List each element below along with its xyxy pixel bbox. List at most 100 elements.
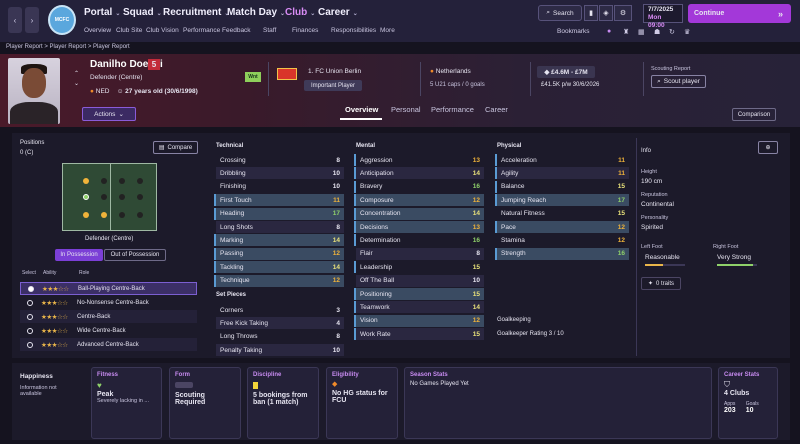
role-row[interactable]: ★★★☆☆ No-Nonsense Centre-Back xyxy=(20,296,197,309)
subnav-performance-feedback[interactable]: Performance Feedback xyxy=(183,27,251,34)
role-row[interactable]: ★★★☆☆ Advanced Centre-Back xyxy=(20,338,197,351)
nation-name[interactable]: ● Netherlands xyxy=(430,68,471,75)
people-icon[interactable]: ☗ xyxy=(654,28,660,36)
club-crest-logo[interactable]: MCFC xyxy=(48,5,76,35)
notifications-icon[interactable]: ● xyxy=(607,28,611,35)
nav-recruitment[interactable]: Recruitment ⌄ xyxy=(163,7,229,18)
attribute-row[interactable]: Positioning 15 xyxy=(356,288,484,300)
attribute-row[interactable]: Balance 15 xyxy=(497,181,629,193)
nav-club[interactable]: Club ⌄ xyxy=(285,7,315,18)
subnav-finances[interactable]: Finances xyxy=(292,27,318,34)
player-position: Defender (Centre) xyxy=(90,74,143,81)
attribute-row[interactable]: Long Shots 8 xyxy=(216,221,344,233)
tab-overview[interactable]: Overview xyxy=(345,105,378,114)
attribute-row[interactable]: Concentration 14 xyxy=(356,207,484,220)
nav-match-day[interactable]: Match Day ⌄ xyxy=(227,7,285,18)
chevron-up-icon[interactable]: ⌃ xyxy=(74,70,79,77)
attribute-row[interactable]: Dribbling 10 xyxy=(216,167,344,180)
scout-player-button[interactable]: ⌕ Scout player xyxy=(651,75,706,88)
attribute-row[interactable]: Passing 12 xyxy=(216,247,344,260)
nav-career[interactable]: Career ⌄ xyxy=(318,7,358,18)
goalkeeper-rating: Goalkeeper Rating 3 / 10 xyxy=(497,331,564,337)
attribute-row[interactable]: Tackling 14 xyxy=(216,261,344,274)
forward-button[interactable]: › xyxy=(25,7,39,33)
role-row[interactable]: ★★★☆☆ Wide Centre-Back xyxy=(20,324,197,337)
attribute-row[interactable]: Long Throws 8 xyxy=(216,331,344,343)
breadcrumb[interactable]: Player Report > Player Report > Player R… xyxy=(6,44,130,50)
traits-button[interactable]: ✦ 0 traits xyxy=(641,277,681,290)
attribute-row[interactable]: Marking 14 xyxy=(216,234,344,247)
attribute-row[interactable]: Strength 16 xyxy=(497,247,629,260)
fitness-card[interactable]: Fitness ♥ Peak Severely lacking in ... xyxy=(91,367,162,439)
club-name[interactable]: 1. FC Union Berlin xyxy=(308,68,361,75)
attribute-row[interactable]: Flair 8 xyxy=(356,247,484,260)
attribute-row[interactable]: Stamina 12 xyxy=(497,234,629,246)
subnav-staff[interactable]: Staff xyxy=(263,27,276,34)
nav-squad[interactable]: Squad ⌄ xyxy=(123,7,162,18)
bookmarks-menu[interactable]: Bookmarks xyxy=(557,28,590,35)
role-caption: Defender (Centre) xyxy=(85,236,134,242)
trophy-icon[interactable]: ♛ xyxy=(684,28,690,36)
jersey-icon[interactable]: ♜ xyxy=(623,28,629,36)
attribute-row[interactable]: Free Kick Taking 4 xyxy=(216,317,344,330)
attribute-row[interactable]: Natural Fitness 15 xyxy=(497,208,629,220)
club-logo[interactable] xyxy=(277,68,297,80)
role-row[interactable]: ★★★☆☆ Centre-Back xyxy=(20,310,197,323)
continue-button[interactable]: Continue» xyxy=(688,4,791,23)
search-button[interactable]: ⌕ Search xyxy=(538,5,582,21)
subnav-overview[interactable]: Overview xyxy=(84,27,111,34)
attribute-row[interactable]: Vision 12 xyxy=(356,314,484,327)
attribute-row[interactable]: First Touch 11 xyxy=(216,194,344,207)
attribute-row[interactable]: Off The Ball 10 xyxy=(356,274,484,287)
attribute-row[interactable]: Crossing 8 xyxy=(216,154,344,166)
attribute-row[interactable]: Leadership 15 xyxy=(356,261,484,273)
attribute-row[interactable]: Agility 11 xyxy=(497,167,629,180)
gear-icon[interactable]: ⚙ xyxy=(614,5,632,21)
refresh-icon[interactable]: ↻ xyxy=(669,28,675,36)
season-stats-card[interactable]: Season Stats No Games Played Yet xyxy=(404,367,712,439)
person-add-icon[interactable]: ⊕ xyxy=(758,141,778,154)
attribute-row[interactable]: Technique 12 xyxy=(216,274,344,287)
out-of-possession-toggle[interactable]: Out of Possession xyxy=(104,249,166,261)
role-row[interactable]: ★★★☆☆ Ball-Playing Centre-Back xyxy=(20,282,197,295)
attribute-row[interactable]: Decisions 13 xyxy=(356,221,484,233)
attribute-row[interactable]: Finishing 10 xyxy=(216,181,344,193)
actions-button[interactable]: Actions ⌄ xyxy=(82,107,136,121)
attribute-name: Tackling xyxy=(220,263,244,271)
tab-personal[interactable]: Personal xyxy=(391,105,421,114)
pitch-icon[interactable]: ▦ xyxy=(638,28,645,36)
eligibility-card[interactable]: Eligibility ◆ No HG status for FCU xyxy=(326,367,398,439)
attribute-row[interactable]: Heading 17 xyxy=(216,207,344,220)
subnav-responsibilities[interactable]: Responsibilities xyxy=(331,27,376,34)
discipline-card[interactable]: Discipline 5 bookings from ban (1 match) xyxy=(247,367,319,439)
attribute-row[interactable]: Teamwork 14 xyxy=(356,301,484,314)
attribute-row[interactable]: Bravery 16 xyxy=(356,181,484,193)
tab-career[interactable]: Career xyxy=(485,105,508,114)
tab-performance[interactable]: Performance xyxy=(431,105,474,114)
back-button[interactable]: ‹ xyxy=(8,7,22,33)
comparison-button[interactable]: Comparison xyxy=(732,108,776,121)
nav-portal[interactable]: Portal ⌄ xyxy=(84,7,120,18)
attribute-row[interactable]: Composure 12 xyxy=(356,194,484,207)
key-attribute-marker xyxy=(214,207,216,220)
attribute-row[interactable]: Corners 3 xyxy=(216,304,344,316)
chevron-down-icon[interactable]: ⌄ xyxy=(74,80,79,87)
attribute-row[interactable]: Acceleration 11 xyxy=(497,154,629,166)
attribute-row[interactable]: Anticipation 14 xyxy=(356,167,484,180)
shield-icon[interactable]: ◈ xyxy=(599,5,613,21)
form-card[interactable]: Form Scouting Required xyxy=(169,367,241,439)
attribute-row[interactable]: Aggression 13 xyxy=(356,154,484,166)
subnav-club-site[interactable]: Club Site xyxy=(116,27,142,34)
subnav-club-vision[interactable]: Club Vision xyxy=(146,27,179,34)
career-stats-card[interactable]: Career Stats ⛉ 4 Clubs Apps 203 Goals 10 xyxy=(718,367,778,439)
attribute-row[interactable]: Penalty Taking 10 xyxy=(216,344,344,357)
attribute-row[interactable]: Jumping Reach 17 xyxy=(497,194,629,207)
subnav-more[interactable]: More xyxy=(380,27,395,34)
in-possession-toggle[interactable]: In Possession xyxy=(55,249,103,261)
goals-value: 10 xyxy=(745,407,754,414)
attribute-row[interactable]: Determination 16 xyxy=(356,234,484,246)
inbox-icon[interactable]: ▮ xyxy=(584,5,598,21)
attribute-row[interactable]: Work Rate 15 xyxy=(356,328,484,341)
compare-positions-button[interactable]: ▤ Compare xyxy=(153,141,198,154)
attribute-row[interactable]: Pace 12 xyxy=(497,221,629,233)
